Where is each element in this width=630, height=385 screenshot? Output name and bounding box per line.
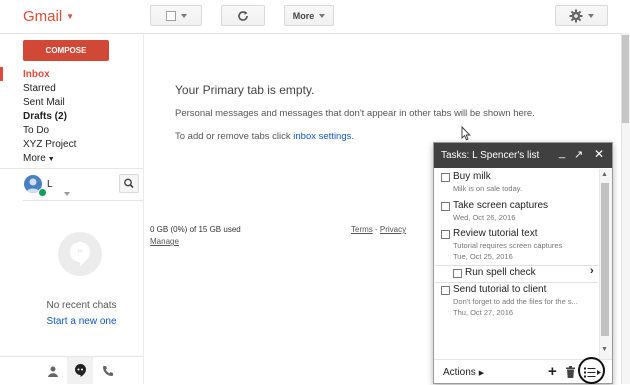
switch-list-icon[interactable] <box>584 365 602 383</box>
nav-item-drafts[interactable]: Drafts (2) <box>23 111 67 122</box>
gmail-label: Gmail <box>23 8 63 25</box>
nav-item-inbox[interactable]: Inbox <box>23 69 50 80</box>
task-note: Don't forget to add the files for the s.… <box>453 297 578 306</box>
task-due-date: Tue, Oct 25, 2016 <box>453 252 513 261</box>
chevron-down-icon <box>180 13 187 18</box>
close-icon[interactable]: ✕ <box>594 147 604 161</box>
caret-down-icon: ▼ <box>47 156 55 163</box>
page-scrollbar-thumb[interactable] <box>622 35 629 123</box>
contacts-tab[interactable] <box>47 364 59 382</box>
user-name[interactable]: L <box>47 179 53 190</box>
nav-item-to-do[interactable]: To Do <box>23 125 49 136</box>
scroll-down-icon[interactable]: ▼ <box>601 346 608 353</box>
inbox-settings-link[interactable]: inbox settings <box>293 131 351 142</box>
select-button[interactable] <box>150 5 202 26</box>
divider <box>0 168 143 169</box>
nav-item-xyz-project[interactable]: XYZ Project <box>23 139 76 150</box>
hint-prefix: To add or remove tabs click <box>175 131 294 142</box>
phone-tab[interactable] <box>102 364 114 382</box>
hangouts-icon: “ <box>58 232 102 276</box>
actions-label: Actions <box>443 367 476 378</box>
search-icon <box>124 178 134 189</box>
triangle-right-icon: ▶ <box>478 370 485 377</box>
compose-button[interactable]: COMPOSE <box>23 40 109 61</box>
chevron-down-icon <box>588 13 594 18</box>
checkbox-icon <box>165 10 176 21</box>
nav-item-more[interactable]: More ▼ <box>23 153 55 164</box>
online-status-dot <box>38 188 47 197</box>
task-checkbox[interactable] <box>441 230 450 239</box>
settings-button[interactable] <box>555 5 608 26</box>
footer-links: Terms - Privacy <box>351 225 406 234</box>
nav-more-label: More <box>23 153 46 164</box>
sidebar-border <box>143 33 144 384</box>
divider <box>23 200 143 201</box>
hint-suffix: . <box>351 131 355 142</box>
refresh-button[interactable] <box>221 5 265 26</box>
empty-tab-title: Your Primary tab is empty. <box>175 83 315 97</box>
more-button-label: More <box>292 10 315 21</box>
task-checkbox[interactable] <box>441 173 450 182</box>
manage-storage-link[interactable]: Manage <box>150 237 179 246</box>
scroll-up-icon[interactable]: ▲ <box>601 171 608 178</box>
pop-out-icon[interactable]: ↗ <box>574 148 583 161</box>
task-title[interactable]: Take screen captures <box>453 200 548 211</box>
svg-text:“: “ <box>77 246 82 260</box>
storage-usage: 0 GB (0%) of 15 GB used <box>150 225 241 234</box>
hangouts-chat-icon <box>74 363 87 382</box>
task-title[interactable]: Send tutorial to client <box>453 284 546 295</box>
gmail-logo[interactable]: Gmail ▼ <box>23 8 74 25</box>
empty-tab-description: Personal messages and messages that don'… <box>175 108 535 119</box>
tasks-scrollbar-thumb[interactable] <box>601 183 609 336</box>
refresh-icon <box>238 10 248 21</box>
more-button[interactable]: More <box>284 5 334 26</box>
actions-menu-button[interactable]: Actions ▶ <box>443 367 484 378</box>
nav-item-starred[interactable]: Starred <box>23 83 56 94</box>
chevron-down-icon[interactable] <box>64 183 70 201</box>
no-recent-chats-text: No recent chats <box>46 300 117 311</box>
inbox-settings-hint: To add or remove tabs click inbox settin… <box>175 131 354 142</box>
terms-link[interactable]: Terms <box>351 225 373 234</box>
task-note: Milk is on sale today. <box>453 184 523 193</box>
task-due-date: Wed, Oct 26, 2016 <box>453 213 516 222</box>
minimize-icon[interactable]: _ <box>559 147 565 159</box>
search-people-button[interactable] <box>119 174 139 193</box>
footer-separator: - <box>372 225 380 234</box>
person-icon <box>48 366 58 377</box>
task-title[interactable]: Review tutorial text <box>453 228 537 239</box>
chevron-down-icon: ▼ <box>66 12 75 21</box>
task-title[interactable]: Buy milk <box>453 171 491 182</box>
chevron-down-icon <box>319 13 326 18</box>
trash-icon[interactable] <box>565 365 576 378</box>
add-task-icon[interactable]: + <box>548 363 557 380</box>
selected-indicator <box>0 67 3 81</box>
task-due-date: Thu, Oct 27, 2016 <box>453 308 514 317</box>
gear-icon <box>569 9 583 22</box>
task-title[interactable]: Run spell check <box>465 267 536 278</box>
phone-icon <box>103 366 113 376</box>
tasks-title: Tasks: L Spencer's list <box>441 150 540 161</box>
task-note: Tutorial requires screen captures <box>453 241 563 250</box>
task-checkbox[interactable] <box>453 269 462 278</box>
start-new-chat-link[interactable]: Start a new one <box>0 316 163 327</box>
nav-item-sent-mail[interactable]: Sent Mail <box>23 97 65 108</box>
privacy-link[interactable]: Privacy <box>380 225 406 234</box>
task-checkbox[interactable] <box>441 202 450 211</box>
task-checkbox[interactable] <box>441 286 450 295</box>
task-details-arrow-icon[interactable]: › <box>590 265 594 277</box>
